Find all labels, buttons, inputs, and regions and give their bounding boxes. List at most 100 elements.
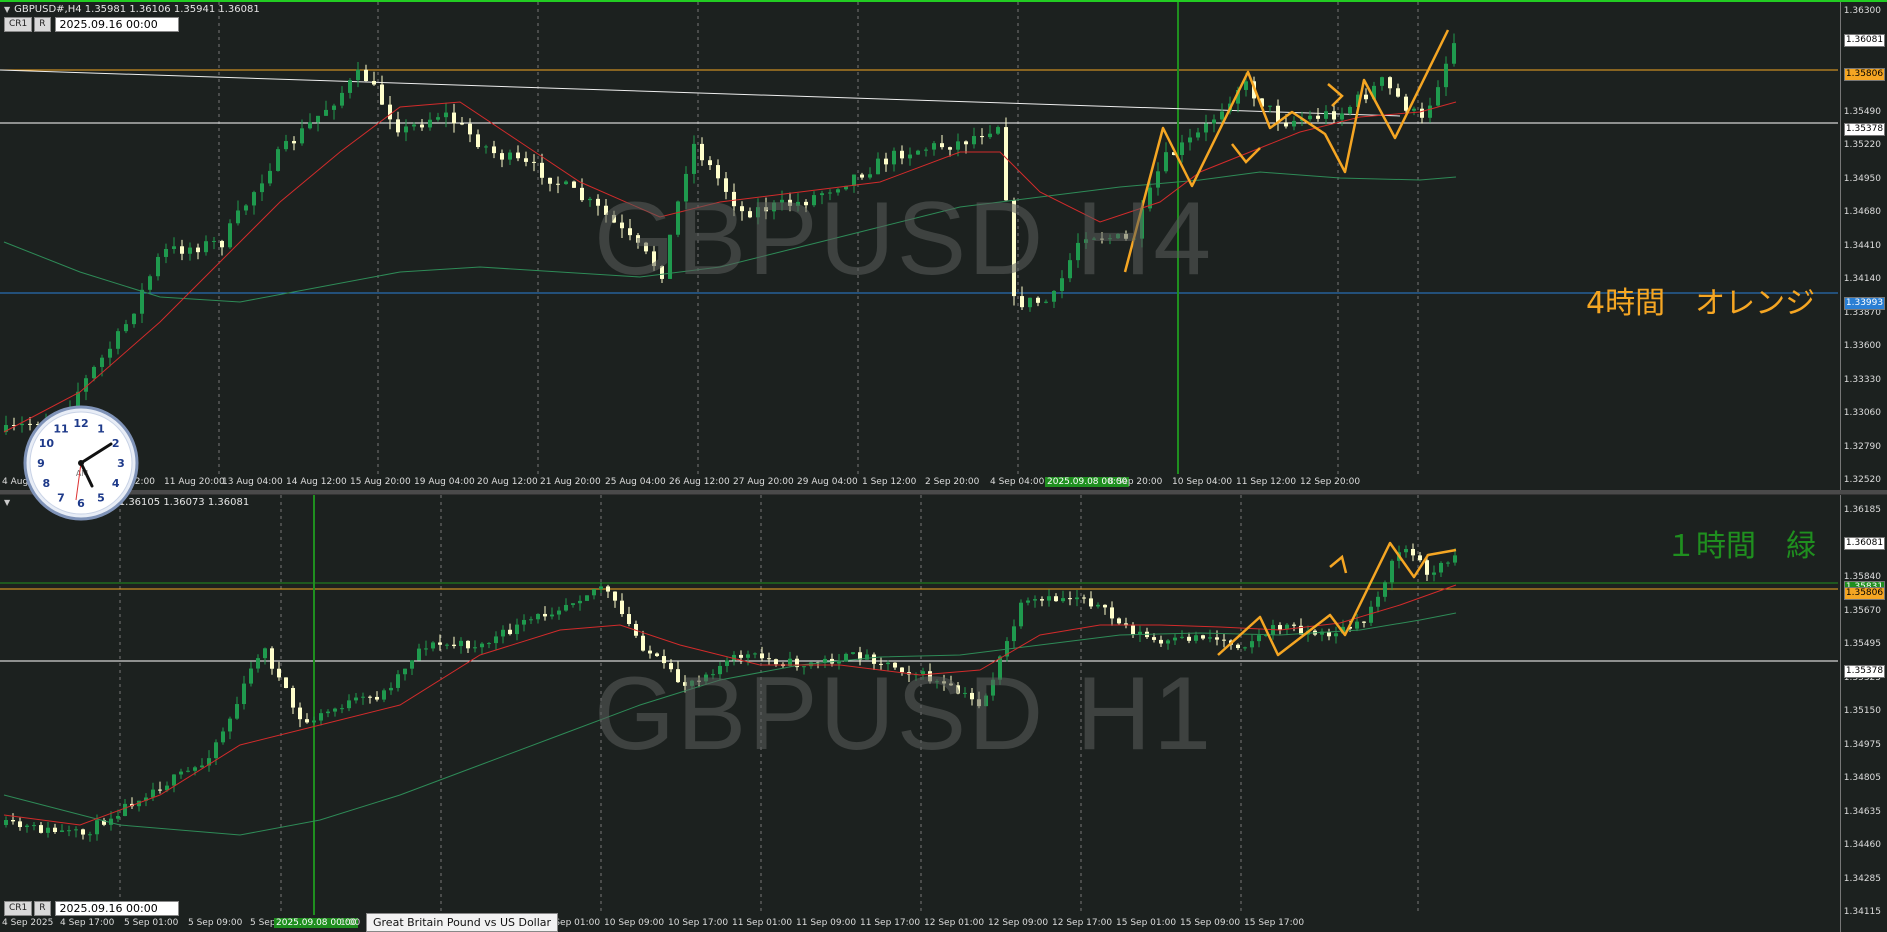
price-level-tag: 1.35806 xyxy=(1844,68,1885,81)
candle-body xyxy=(444,112,448,118)
time-axis-label: 11 Sep 17:00 xyxy=(860,918,921,928)
candle-body xyxy=(1340,113,1344,120)
candle-body xyxy=(124,324,128,332)
candle-body xyxy=(235,704,239,719)
clock-number: 4 xyxy=(112,477,120,490)
candle-body xyxy=(1412,108,1416,111)
price-tick-label: 1.33060 xyxy=(1843,408,1881,418)
candle-body xyxy=(1348,106,1352,114)
candle-body xyxy=(501,629,505,637)
candle-body xyxy=(148,276,152,290)
candle-body xyxy=(588,198,592,201)
candle-body xyxy=(599,586,603,590)
candle-body xyxy=(1196,132,1200,138)
candle-body xyxy=(1446,562,1450,564)
candle-body xyxy=(228,223,232,248)
candle-body xyxy=(332,105,336,110)
h4-date-box[interactable]: 2025.09.16 00:00 xyxy=(54,17,179,32)
time-axis-label: 1 Sep 12:00 xyxy=(862,477,917,487)
h1-date-box[interactable]: 2025.09.16 00:00 xyxy=(54,901,179,916)
candle-body xyxy=(508,152,512,160)
candle-body xyxy=(876,158,880,175)
candle-body xyxy=(291,688,295,708)
time-axis-label: 10 Sep 09:00 xyxy=(604,918,665,928)
price-tick-label: 1.35150 xyxy=(1843,706,1881,716)
h1-r-button[interactable]: R xyxy=(34,901,51,916)
candle-body xyxy=(1355,621,1359,629)
h4-r-button[interactable]: R xyxy=(34,17,51,32)
price-tick-label: 1.34975 xyxy=(1843,739,1881,750)
candle-body xyxy=(972,136,976,145)
candle-body xyxy=(1204,123,1208,133)
candle-body xyxy=(980,136,984,138)
time-axis-label: 14 Aug 12:00 xyxy=(286,477,347,487)
candle-body xyxy=(396,674,400,688)
candle-body xyxy=(1439,562,1443,573)
candle-body xyxy=(1243,647,1247,649)
time-axis-label: 12 Sep 09:00 xyxy=(988,918,1049,928)
candle-body xyxy=(1166,640,1170,644)
candle-body xyxy=(109,818,113,825)
candle-body xyxy=(1180,142,1184,155)
candle-body xyxy=(1212,119,1216,124)
price-tick-label: 1.35490 xyxy=(1843,106,1881,117)
candle-body xyxy=(1082,597,1086,599)
price-level-tag: 1.36081 xyxy=(1844,537,1885,550)
candle-body xyxy=(1188,137,1192,143)
candle-body xyxy=(460,123,464,125)
time-axis-label: 12 Sep 17:00 xyxy=(1052,918,1113,928)
time-axis-label: 27 Aug 20:00 xyxy=(733,477,794,487)
candle-body xyxy=(500,153,504,160)
candle-body xyxy=(445,644,449,646)
candle-body xyxy=(1332,111,1336,120)
h4-price-scale[interactable]: 1.363001.360351.357601.354901.352201.349… xyxy=(1840,2,1887,490)
candle-body xyxy=(188,247,192,254)
candle-body xyxy=(1215,637,1219,640)
candle-body xyxy=(613,591,617,601)
candle-body xyxy=(1187,636,1191,641)
candle-body xyxy=(1364,94,1368,100)
candle-body xyxy=(536,613,540,620)
candle-body xyxy=(312,720,316,723)
candle-body xyxy=(1033,599,1037,601)
h4-cr-button[interactable]: CR1 xyxy=(4,17,33,32)
candle-body xyxy=(428,119,432,128)
time-axis-label: 19 Aug 04:00 xyxy=(414,477,475,487)
h4-time-axis: 4 AugAug 04:008 Aug 12:0011 Aug 20:0013 … xyxy=(0,476,1840,490)
candle-body xyxy=(476,134,480,148)
h4-chart-pane[interactable]: GBPUSD H4 4時間 オレンジ ▼ GBPUSD#,H4 1.35981 1… xyxy=(0,0,1887,490)
collapse-triangle-icon[interactable]: ▼ xyxy=(4,498,10,507)
candle-body xyxy=(1390,560,1394,583)
time-axis-label: 12 Sep 20:00 xyxy=(1300,477,1361,487)
candle-body xyxy=(868,174,872,178)
candle-body xyxy=(417,648,421,661)
candle-body xyxy=(214,742,218,759)
candle-body xyxy=(1396,88,1400,97)
candle-body xyxy=(388,104,392,120)
h1-chart-pane[interactable]: GBPUSD H1 １時間 緑 ▼ GBPUSD#,H1 1.36105 1.36… xyxy=(0,494,1887,932)
time-axis-label: 15 Sep 17:00 xyxy=(1244,918,1305,928)
candle-body xyxy=(396,119,400,133)
candle-body xyxy=(494,636,498,644)
candle-body xyxy=(1383,582,1387,597)
price-tick-label: 1.33600 xyxy=(1843,341,1881,351)
candle-body xyxy=(1236,644,1240,649)
candle-body xyxy=(452,644,456,647)
h1-price-scale[interactable]: 1.361851.360101.358401.356701.354951.353… xyxy=(1840,495,1887,932)
candle-body xyxy=(354,697,358,701)
h4-watermark: GBPUSD H4 xyxy=(594,181,1214,297)
time-axis-label: 11 Sep 01:00 xyxy=(732,918,793,928)
candle-body xyxy=(242,683,246,705)
time-axis-label: 13 Aug 04:00 xyxy=(222,477,283,487)
candle-body xyxy=(564,604,568,611)
candle-body xyxy=(372,80,376,85)
candle-body xyxy=(988,133,992,138)
h1-cr-button[interactable]: CR1 xyxy=(4,901,33,916)
candle-body xyxy=(516,152,520,159)
price-tick-label: 1.34805 xyxy=(1843,773,1881,783)
analog-clock: 12 1 2 3 4 5 6 7 8 9 10 11 AM xyxy=(22,404,140,522)
candle-body xyxy=(375,696,379,700)
collapse-triangle-icon[interactable]: ▼ xyxy=(4,5,10,14)
candle-body xyxy=(700,143,704,161)
time-axis-label: 11 Aug 20:00 xyxy=(164,477,225,487)
